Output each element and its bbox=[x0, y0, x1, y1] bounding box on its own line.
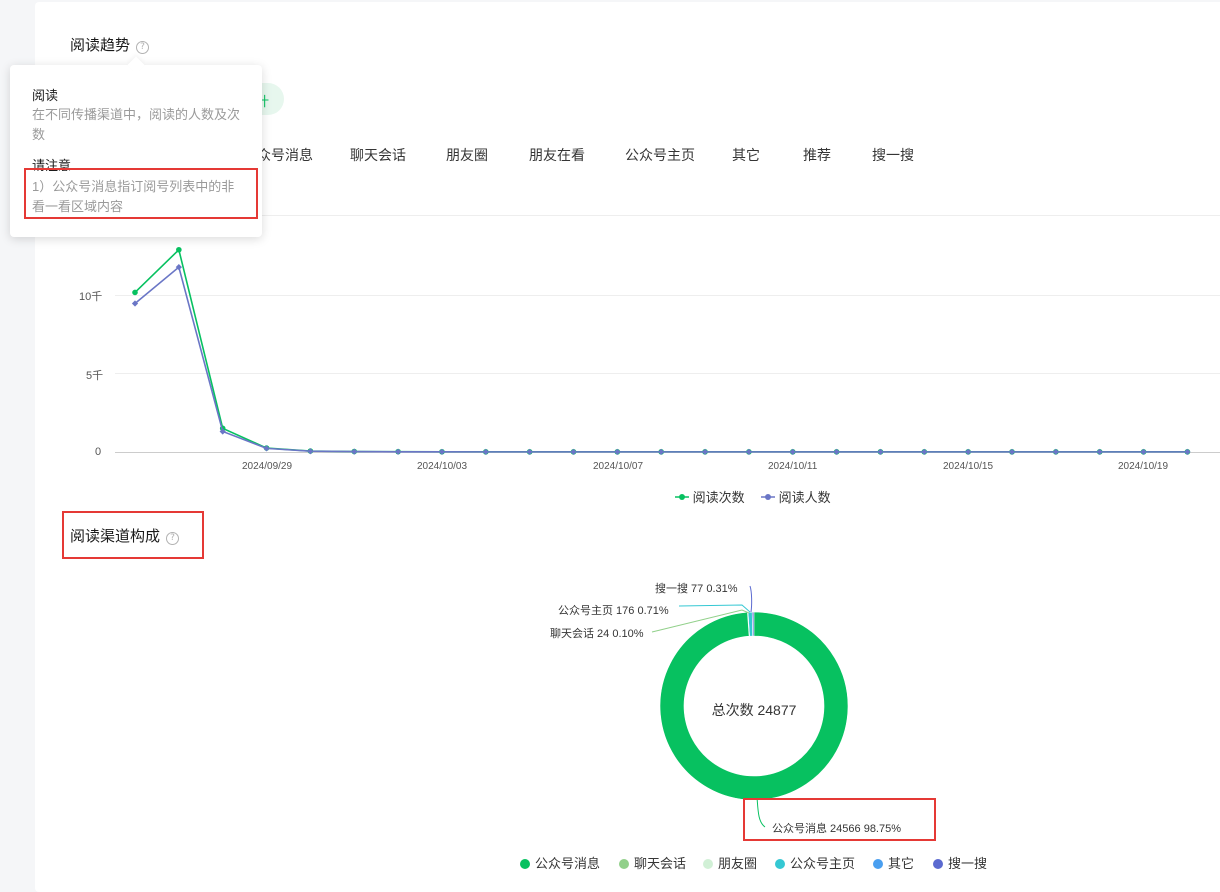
legend-dot-icon bbox=[619, 859, 629, 869]
legend-dot-icon bbox=[520, 859, 530, 869]
tooltip-description: 在不同传播渠道中，阅读的人数及次数 bbox=[32, 107, 241, 142]
legend-dot-icon bbox=[873, 859, 883, 869]
tooltip-title: 阅读 bbox=[32, 88, 59, 103]
legend-item-moments[interactable]: 朋友圈 bbox=[703, 853, 757, 872]
donut-center-label: 总次数 24877 bbox=[712, 702, 797, 718]
legend-dot-icon bbox=[703, 859, 713, 869]
annotation-box bbox=[62, 511, 204, 559]
slice-label-search: 搜一搜 77 0.31% bbox=[655, 581, 738, 595]
legend-item-account-home[interactable]: 公众号主页 bbox=[775, 853, 855, 872]
slice-label-chat: 聊天会话 24 0.10% bbox=[550, 626, 644, 640]
legend-item-search[interactable]: 搜一搜 bbox=[933, 853, 987, 872]
legend-dot-icon bbox=[933, 859, 943, 869]
legend-label: 聊天会话 bbox=[634, 856, 687, 871]
legend-label: 搜一搜 bbox=[948, 856, 988, 871]
annotation-box bbox=[743, 798, 936, 841]
legend-label: 公众号主页 bbox=[790, 856, 856, 871]
legend-label: 其它 bbox=[888, 856, 915, 871]
legend-label: 公众号消息 bbox=[535, 856, 601, 871]
legend-label: 朋友圈 bbox=[718, 856, 758, 871]
legend-item-official-message[interactable]: 公众号消息 bbox=[520, 853, 600, 872]
legend-dot-icon bbox=[775, 859, 785, 869]
legend-item-others[interactable]: 其它 bbox=[873, 853, 914, 872]
annotation-box bbox=[24, 168, 258, 219]
slice-label-account-home: 公众号主页 176 0.71% bbox=[558, 604, 669, 617]
legend-item-chat[interactable]: 聊天会话 bbox=[619, 853, 686, 872]
leader-line bbox=[749, 585, 753, 613]
